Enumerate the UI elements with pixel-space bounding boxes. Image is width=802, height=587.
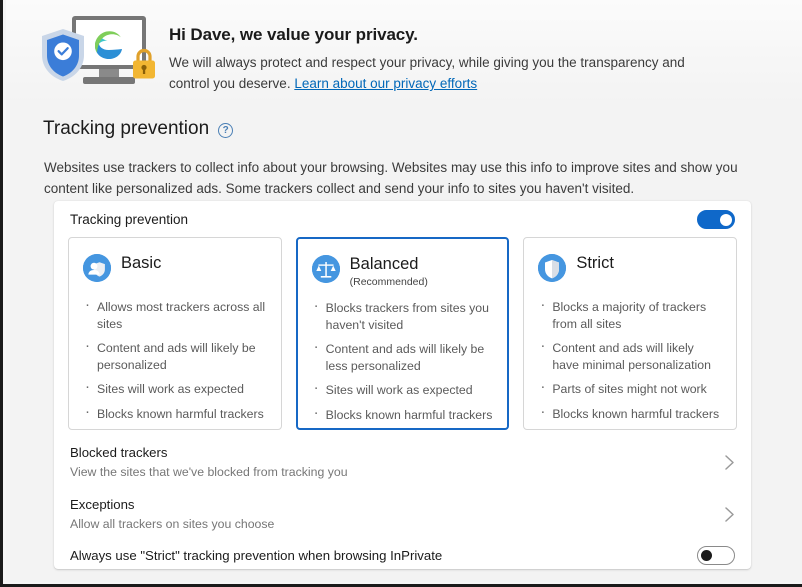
row-text-blocked-trackers: Blocked trackers View the sites that we'… (70, 444, 348, 481)
list-item: Parts of sites might not work (538, 379, 722, 398)
list-item: Content and ads will likely be personali… (83, 338, 267, 373)
level-recommended-label: (Recommended) (349, 276, 428, 288)
toggle-knob (701, 549, 712, 561)
chevron-right-icon (725, 506, 734, 522)
level-title-block-strict: Strict (576, 252, 614, 274)
page-title: Tracking prevention (43, 118, 210, 139)
privacy-efforts-link[interactable]: Learn about our privacy efforts (294, 76, 477, 91)
inprivate-strict-label: Always use "Strict" tracking prevention … (70, 547, 443, 563)
row-subtitle: View the sites that we've blocked from t… (70, 464, 348, 479)
list-item: Content and ads will likely be less pers… (312, 339, 494, 374)
level-header-basic: Basic (83, 252, 267, 290)
strict-shield-icon (538, 254, 567, 282)
list-item: Blocks known harmful trackers (83, 404, 267, 423)
tracking-prevention-heading: Tracking prevention ? (43, 117, 234, 141)
balance-scales-icon (311, 255, 340, 283)
tracking-prevention-card: Tracking prevention Basic · Allows most … (54, 201, 751, 569)
level-card-balanced[interactable]: Balanced (Recommended) Blocks trackers f… (295, 237, 510, 430)
level-header-strict: Strict (538, 252, 722, 290)
toggle-knob (719, 213, 732, 226)
list-item: Blocks trackers from sites you haven't v… (312, 298, 494, 333)
edge-browser-logo-icon (95, 31, 122, 59)
hero-subtitle-line1: We will always protect and respect your … (169, 55, 659, 70)
tracking-prevention-toggle-label: Tracking prevention (70, 212, 189, 227)
row-inprivate-strict: Always use "Strict" tracking prevention … (54, 541, 751, 569)
row-blocked-trackers[interactable]: Blocked trackers View the sites that we'… (54, 437, 751, 487)
level-card-strict[interactable]: Strict Blocks a majority of trackers fro… (523, 237, 737, 430)
privacy-hero-banner: Hi Dave, we value your privacy. We will … (6, 0, 802, 104)
shield-check-icon (42, 29, 84, 81)
level-title-block-basic: Basic (121, 252, 161, 274)
list-item: Blocks a majority of trackers from all s… (538, 297, 722, 332)
tracking-prevention-toggle[interactable] (697, 210, 735, 229)
level-bullets-basic: Allows most trackers across all sites Co… (83, 297, 267, 423)
row-title: Blocked trackers (70, 444, 168, 460)
hero-subtitle: We will always protect and respect your … (169, 52, 689, 94)
row-subtitle: Allow all trackers on sites you choose (70, 516, 275, 531)
list-item: Sites will work as expected (83, 379, 267, 398)
section-description: Websites use trackers to collect info ab… (44, 160, 738, 196)
row-text-exceptions: Exceptions Allow all trackers on sites y… (70, 496, 274, 533)
level-name-basic: Basic (121, 254, 162, 272)
hero-text-block: Hi Dave, we value your privacy. We will … (169, 25, 689, 94)
level-card-basic[interactable]: Basic Allows most trackers across all si… (68, 237, 282, 430)
help-question-icon[interactable]: ? (218, 122, 234, 138)
browser-settings-frame: Hi Dave, we value your privacy. We will … (0, 0, 802, 587)
level-name-balanced: Balanced (349, 255, 419, 273)
monitor-stand-base (83, 77, 135, 84)
protection-level-options: Basic Allows most trackers across all si… (54, 237, 751, 430)
list-item: Content and ads will likely have minimal… (538, 338, 722, 373)
level-name-strict: Strict (576, 254, 614, 272)
hero-title: Hi Dave, we value your privacy. (169, 25, 418, 44)
tracking-prevention-toggle-row: Tracking prevention (54, 201, 751, 238)
list-item: Sites will work as expected (312, 380, 494, 399)
row-exceptions[interactable]: Exceptions Allow all trackers on sites y… (54, 489, 751, 539)
privacy-shield-monitor-lock-illustration (38, 14, 162, 92)
list-item: Blocks known harmful trackers (538, 404, 722, 423)
level-bullets-strict: Blocks a majority of trackers from all s… (538, 297, 722, 423)
level-bullets-balanced: Blocks trackers from sites you haven't v… (312, 298, 494, 424)
basic-tracker-shield-icon (83, 254, 111, 282)
chevron-right-icon (725, 454, 734, 470)
settings-scroll-area: Hi Dave, we value your privacy. We will … (6, 0, 802, 582)
padlock-icon (133, 48, 155, 79)
row-title: Exceptions (70, 496, 135, 512)
list-item: Blocks known harmful trackers (312, 405, 494, 424)
level-header-balanced: Balanced (Recommended) (311, 253, 494, 291)
level-title-block-balanced: Balanced (Recommended) (350, 253, 428, 289)
list-item: Allows most trackers across all sites (83, 297, 267, 332)
inprivate-strict-toggle[interactable] (697, 545, 735, 565)
